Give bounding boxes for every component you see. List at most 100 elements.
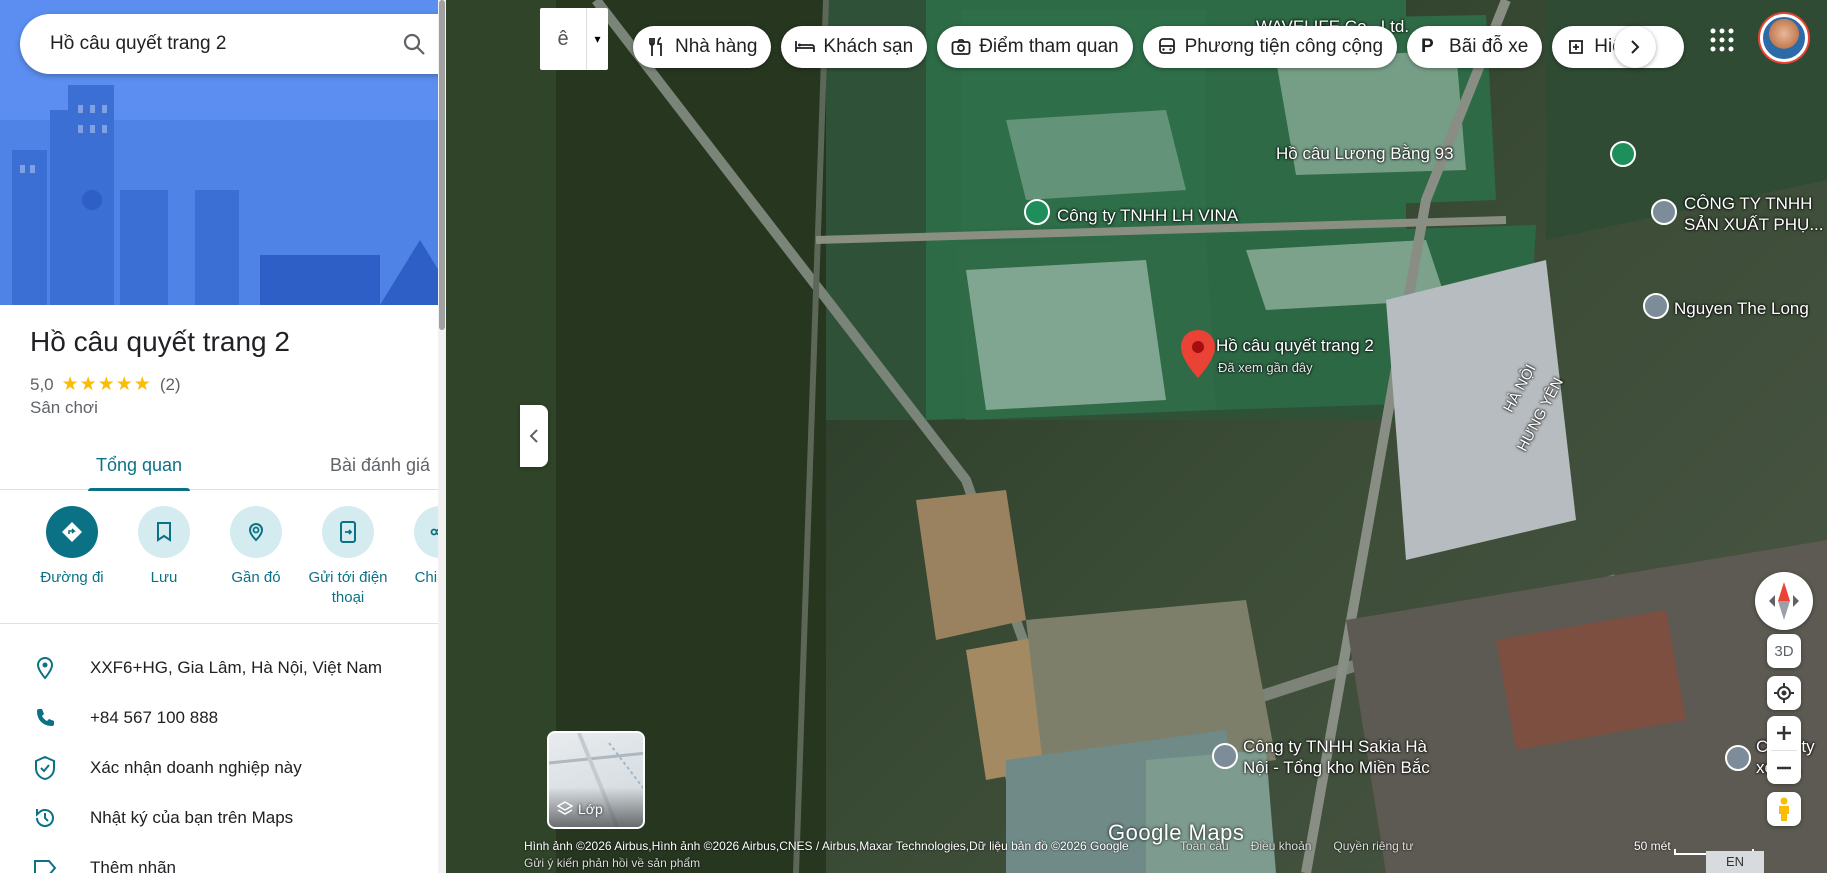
- map-label-sakia-line1: Công ty TNHH Sakia Hà: [1243, 737, 1427, 756]
- collapse-panel-button[interactable]: [520, 405, 548, 467]
- footer-link-terms[interactable]: Điều khoản: [1251, 839, 1312, 853]
- map-label-nguyen-the-long[interactable]: Nguyen The Long: [1674, 298, 1809, 319]
- send-to-phone-button[interactable]: Gửi tới điện thoại: [302, 506, 394, 608]
- chip-label: Khách sạn: [823, 36, 914, 57]
- maps-activity-text: Nhật ký của bạn trên Maps: [90, 808, 294, 827]
- review-count[interactable]: (2): [160, 375, 181, 395]
- park-pin-icon[interactable]: [1610, 141, 1636, 167]
- label-icon: [34, 860, 57, 873]
- footer-link-global[interactable]: Toàn cầu: [1180, 839, 1229, 853]
- search-box[interactable]: Hồ câu quyết trang 2: [20, 14, 446, 74]
- action-label: Lưu: [150, 569, 178, 586]
- apps-grid-icon[interactable]: [1708, 26, 1736, 54]
- language-button[interactable]: EN: [1706, 851, 1764, 873]
- action-label: Gửi tới điện thoại: [308, 569, 388, 606]
- verified-shield-icon: [35, 756, 55, 780]
- restaurant-icon: [649, 37, 662, 56]
- feedback-link[interactable]: Gửi ý kiến phản hồi về sản phẩm: [524, 856, 700, 870]
- phone-text: +84 567 100 888: [90, 708, 219, 727]
- map-label-lh-vina[interactable]: Công ty TNHH LH VINA: [1057, 205, 1238, 226]
- place-actions: Đường đi Lưu Gần đó Gửi tới điện thoại C…: [0, 506, 446, 624]
- restaurant-pin-icon[interactable]: [1024, 199, 1050, 225]
- scrollbar-thumb[interactable]: [439, 0, 445, 330]
- 3d-toggle-button[interactable]: 3D: [1767, 634, 1801, 668]
- directions-icon: [46, 506, 98, 558]
- place-tabs: Tổng quan Bài đánh giá: [0, 444, 446, 491]
- business-pin-icon[interactable]: [1651, 199, 1677, 225]
- place-panel: Hồ câu quyết trang 2 Hồ câu quyết trang …: [0, 0, 446, 873]
- map-label-sakia-line2: Nội - Tổng kho Miền Bắc: [1243, 758, 1430, 777]
- chip-label: Điểm tham quan: [979, 36, 1119, 57]
- avatar[interactable]: [1760, 14, 1808, 62]
- footer-link-privacy[interactable]: Quyền riêng tư: [1333, 839, 1413, 853]
- 3d-toggle-label: 3D: [1774, 642, 1794, 660]
- chevron-down-icon[interactable]: ▾: [586, 8, 608, 70]
- map-label-cong-ty-tnhh-sx[interactable]: CÔNG TY TNHH SẢN XUẤT PHỤ...: [1684, 193, 1824, 235]
- history-icon: [36, 809, 54, 827]
- map-canvas[interactable]: WAVELIFE Co., Ltd. Hồ câu Lương Bằng 93 …: [446, 0, 1827, 873]
- place-category[interactable]: Sân chơi: [30, 398, 98, 418]
- search-input[interactable]: Hồ câu quyết trang 2: [20, 33, 387, 55]
- chip-attractions[interactable]: Điểm tham quan: [937, 26, 1133, 68]
- chevron-left-icon: [529, 429, 538, 443]
- chip-restaurants[interactable]: Nhà hàng: [633, 26, 772, 68]
- phone-row[interactable]: +84 567 100 888: [0, 693, 446, 743]
- claim-business-text: Xác nhận doanh nghiệp này: [90, 758, 302, 777]
- business-pin-icon[interactable]: [1725, 745, 1751, 771]
- map-label-recently-viewed: Đã xem gần đây: [1218, 360, 1313, 375]
- search-button[interactable]: [387, 17, 441, 71]
- footer-links: Toàn cầu Điều khoản Quyền riêng tư: [1180, 839, 1414, 853]
- street-view-pegman-button[interactable]: [1767, 792, 1801, 826]
- layers-label: Lớp: [557, 801, 603, 817]
- chip-transit[interactable]: Phương tiện công cộng: [1142, 26, 1398, 68]
- selected-place-pin-icon[interactable]: [1181, 330, 1215, 378]
- plus-icon: [1777, 726, 1791, 740]
- tab-label: Tổng quan: [95, 455, 183, 475]
- zoom-in-button[interactable]: [1776, 716, 1792, 750]
- business-pin-icon[interactable]: [1643, 293, 1669, 319]
- my-location-button[interactable]: [1767, 676, 1801, 710]
- place-rating[interactable]: 5,0 ★★★★★ (2): [30, 373, 181, 396]
- chip-label: Bãi đỗ xe: [1449, 36, 1529, 57]
- search-icon: [403, 33, 425, 55]
- zoom-out-button[interactable]: [1771, 750, 1797, 784]
- map-label-selected-place[interactable]: Hồ câu quyết trang 2: [1216, 335, 1374, 356]
- chip-parking[interactable]: P Bãi đỗ xe: [1407, 26, 1543, 68]
- compass-button[interactable]: [1755, 572, 1813, 630]
- add-label-row[interactable]: Thêm nhãn: [0, 843, 446, 873]
- pharmacy-icon: [1569, 40, 1584, 54]
- address-text: XXF6+HG, Gia Lâm, Hà Nội, Việt Nam: [90, 658, 383, 677]
- tab-overview[interactable]: Tổng quan: [64, 444, 214, 491]
- tab-reviews[interactable]: Bài đánh giá: [300, 444, 446, 490]
- map-label-sakia[interactable]: Công ty TNHH Sakia Hà Nội - Tổng kho Miề…: [1243, 736, 1430, 778]
- nearby-icon: [230, 506, 282, 558]
- nearby-button[interactable]: Gần đó: [210, 506, 302, 588]
- send-to-phone-icon: [322, 506, 374, 558]
- save-button[interactable]: Lưu: [118, 506, 210, 588]
- category-chips: Nhà hàng Khách sạn Điểm tham quan Phương…: [633, 26, 1684, 68]
- claim-business-row[interactable]: Xác nhận doanh nghiệp này: [0, 743, 446, 793]
- business-pin-icon[interactable]: [1212, 743, 1238, 769]
- hotel-icon: [795, 41, 816, 52]
- rating-value: 5,0: [30, 374, 54, 394]
- chips-scroll-right-button[interactable]: [1614, 26, 1656, 68]
- rating-stars: ★★★★★: [61, 374, 152, 395]
- address-row[interactable]: XXF6+HG, Gia Lâm, Hà Nội, Việt Nam: [0, 643, 446, 693]
- panel-scrollbar[interactable]: [438, 0, 446, 873]
- maps-activity-row[interactable]: Nhật ký của bạn trên Maps: [0, 793, 446, 843]
- scale-label: 50 mét: [1634, 839, 1671, 853]
- layers-button[interactable]: Lớp: [547, 731, 645, 829]
- scale-bar[interactable]: 50 mét: [1634, 839, 1754, 855]
- input-method-toggle[interactable]: ê ▾: [540, 8, 608, 70]
- chip-hotels[interactable]: Khách sạn: [781, 26, 928, 68]
- action-label: Đường đi: [40, 569, 104, 586]
- map-label-ho-cau-luong-bang[interactable]: Hồ câu Lương Bằng 93: [1276, 143, 1454, 164]
- directions-button[interactable]: Đường đi: [26, 506, 118, 588]
- zoom-controls: [1767, 716, 1801, 784]
- map-footer: Hình ảnh ©2026 Airbus,Hình ảnh ©2026 Air…: [446, 839, 1827, 873]
- phone-icon: [37, 709, 54, 726]
- input-method-char: ê: [557, 27, 569, 50]
- layers-icon: [557, 801, 573, 815]
- pegman-icon: [1779, 797, 1789, 821]
- minus-icon: [1777, 766, 1791, 769]
